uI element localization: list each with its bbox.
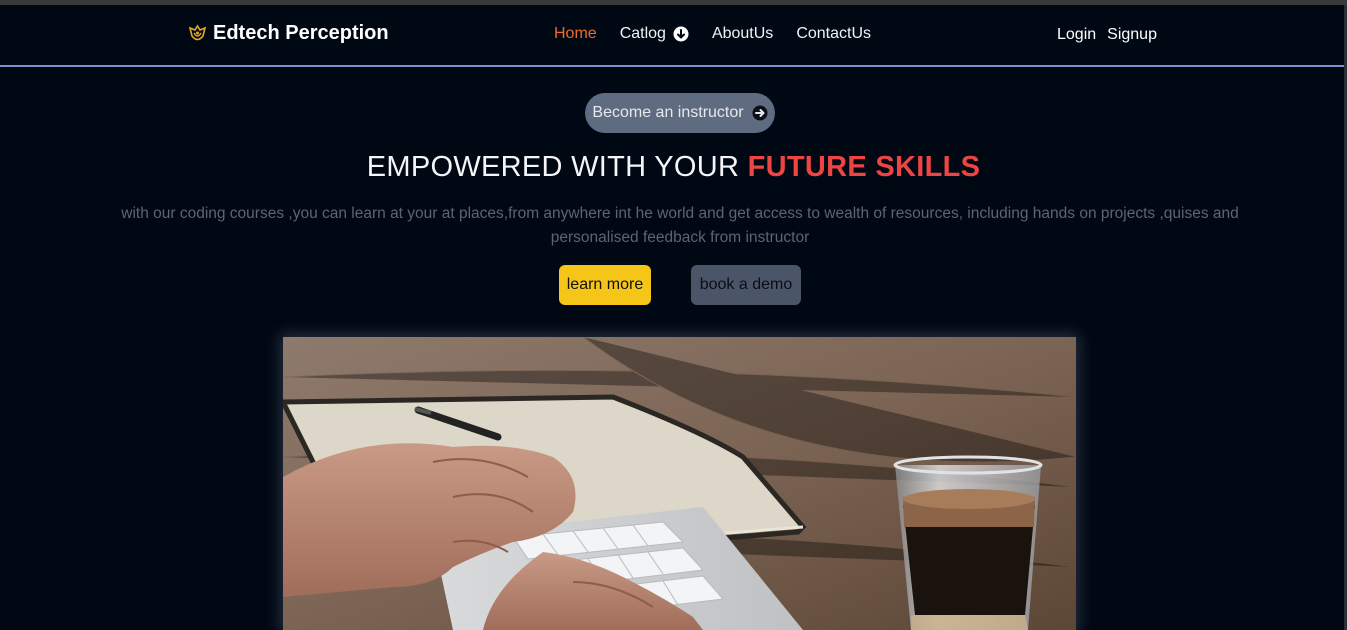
hero-description: with our coding courses ,you can learn a… <box>121 205 1239 246</box>
hero-image <box>283 337 1076 630</box>
auth-links: Login Signup <box>1057 26 1157 44</box>
login-link[interactable]: Login <box>1057 26 1096 44</box>
become-instructor-button[interactable]: Become an instructor <box>585 93 775 133</box>
headline-accent: FUTURE SKILLS <box>747 151 981 183</box>
signup-link[interactable]: Signup <box>1107 26 1157 44</box>
brand-name: Edtech Perception <box>213 22 389 44</box>
nav-link-home[interactable]: Home <box>554 25 597 43</box>
brand-logo[interactable]: Edtech Perception <box>188 22 389 45</box>
arrow-circle-down-icon[interactable] <box>673 26 689 42</box>
book-demo-button[interactable]: book a demo <box>691 265 801 305</box>
hero-headline: EMPOWERED WITH YOUR FUTURE SKILLS <box>0 151 1347 184</box>
learn-more-button[interactable]: learn more <box>559 265 651 305</box>
crest-icon <box>188 23 207 44</box>
nav-link-contact[interactable]: ContactUs <box>796 25 871 43</box>
hero-illustration <box>283 337 1076 630</box>
nav-link-about[interactable]: AboutUs <box>712 25 773 43</box>
nav-links: Home Catlog AboutUs ContactUs <box>554 25 894 43</box>
headline-plain: EMPOWERED WITH YOUR <box>366 151 740 183</box>
become-instructor-label: Become an instructor <box>592 104 744 121</box>
navbar: Edtech Perception Home Catlog AboutUs Co… <box>0 5 1344 67</box>
nav-link-catalog[interactable]: Catlog <box>620 25 689 43</box>
arrow-circle-right-icon <box>752 105 768 121</box>
nav-link-catalog-label: Catlog <box>619 25 666 42</box>
